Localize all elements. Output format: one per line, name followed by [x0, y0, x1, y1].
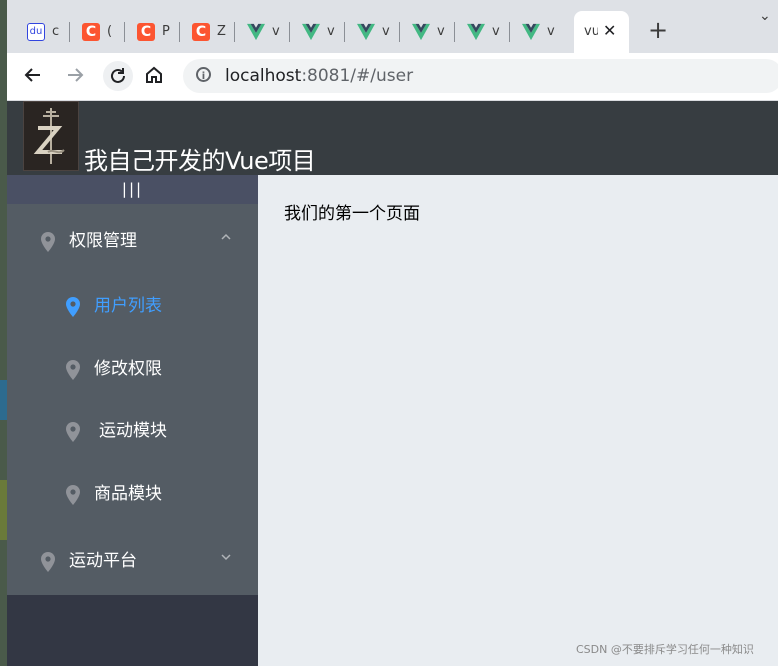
home-icon[interactable]: [144, 65, 164, 89]
sidebar-item-label: 运动模块: [99, 421, 167, 441]
sidebar-item-goods-module[interactable]: 商品模块: [7, 464, 258, 526]
new-tab-button[interactable]: +: [648, 18, 668, 42]
sidebar: ||| 权限管理 用户列表 修改权限 运动模块 商品模块 运动平台: [7, 175, 258, 666]
sidebar-item-edit-permissions[interactable]: 修改权限: [7, 339, 258, 401]
window-edge: [0, 0, 7, 666]
watermark: CSDN @不要排斥学习任何一种知识: [576, 643, 754, 656]
browser-tab[interactable]: C P: [125, 11, 180, 53]
csdn-icon: C: [82, 23, 100, 41]
collapse-toggle[interactable]: |||: [7, 175, 258, 204]
location-icon: [66, 485, 80, 505]
tab-title: (: [107, 24, 113, 39]
browser-tab[interactable]: v: [290, 11, 345, 53]
browser-tab[interactable]: du c: [15, 11, 70, 53]
browser-tab[interactable]: v: [400, 11, 455, 53]
menu-group-label: 权限管理: [69, 231, 137, 251]
vue-icon: [357, 23, 375, 41]
browser-tab[interactable]: v: [510, 11, 565, 53]
chevron-up-icon: [221, 233, 231, 240]
sidebar-item-sports-module[interactable]: 运动模块: [7, 401, 258, 463]
close-icon[interactable]: ✕: [603, 21, 616, 40]
page-text: 我们的第一个页面: [284, 204, 420, 224]
csdn-icon: C: [137, 23, 155, 41]
location-icon: [41, 232, 55, 252]
sidebar-item-label: 商品模块: [94, 484, 162, 504]
zelda-logo: [23, 101, 79, 171]
tab-title: Z: [217, 24, 226, 39]
tab-title: c: [52, 24, 60, 39]
browser-tab[interactable]: C Z: [180, 11, 235, 53]
browser-tab[interactable]: v: [455, 11, 510, 53]
tab-title: v: [382, 24, 390, 39]
browser-tab[interactable]: v: [235, 11, 290, 53]
vue-icon: [412, 23, 430, 41]
tab-title: v: [437, 24, 445, 39]
tab-title: v: [547, 24, 555, 39]
menu-group-permissions[interactable]: 权限管理: [7, 211, 258, 273]
url-host: localhost: [225, 66, 302, 86]
vue-icon: [522, 23, 540, 41]
main-content: 我们的第一个页面 CSDN @不要排斥学习任何一种知识: [258, 175, 778, 666]
tab-title: v: [327, 24, 335, 39]
tab-title: v: [492, 24, 500, 39]
sidebar-item-label: 用户列表: [94, 296, 162, 316]
menu-group-label: 运动平台: [69, 551, 137, 571]
app-header: 我自己开发的Vue项目: [7, 101, 778, 175]
address-bar[interactable]: i localhost:8081/#/user: [183, 59, 778, 93]
location-icon: [66, 360, 80, 380]
vue-icon: [247, 23, 265, 41]
browser-tab[interactable]: C (: [70, 11, 125, 53]
vue-icon: [467, 23, 485, 41]
menu-group-sports-platform[interactable]: 运动平台: [7, 531, 258, 593]
tab-title: P: [162, 24, 170, 39]
baidu-icon: du: [27, 23, 45, 41]
tab-title: vu: [584, 24, 598, 39]
chevron-down-icon: [221, 554, 231, 561]
browser-toolbar: i localhost:8081/#/user: [7, 53, 778, 101]
site-info-icon[interactable]: i: [196, 67, 211, 82]
vue-icon: [302, 23, 320, 41]
location-icon: [66, 422, 80, 442]
sidebar-menu: 权限管理 用户列表 修改权限 运动模块 商品模块 运动平台: [7, 204, 258, 595]
location-icon: [66, 297, 80, 317]
chevron-down-icon[interactable]: ⌄: [759, 8, 771, 24]
back-arrow-icon[interactable]: [23, 65, 43, 89]
forward-arrow-icon[interactable]: [65, 65, 85, 89]
location-icon: [41, 552, 55, 572]
csdn-icon: C: [192, 23, 210, 41]
tab-strip: du c C ( C P C Z v v v v v v vu ✕ + ⌄: [7, 0, 778, 53]
tab-title: v: [272, 24, 280, 39]
app-title: 我自己开发的Vue项目: [84, 147, 316, 175]
sidebar-item-label: 修改权限: [94, 359, 162, 379]
reload-icon[interactable]: [103, 61, 133, 91]
sidebar-item-user-list[interactable]: 用户列表: [7, 276, 258, 338]
browser-tab[interactable]: v: [345, 11, 400, 53]
url-path: :8081/#/user: [301, 66, 414, 86]
browser-tab-active[interactable]: vu ✕: [574, 11, 629, 53]
